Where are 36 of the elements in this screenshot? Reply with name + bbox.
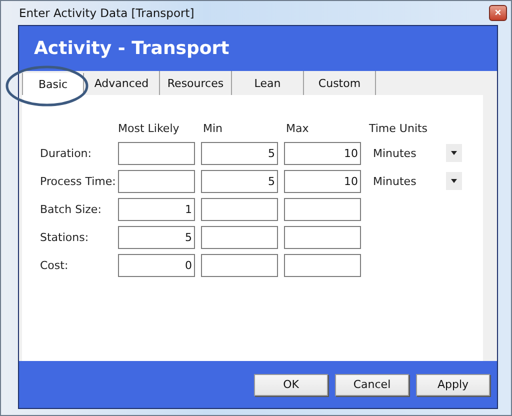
input-field[interactable]: 5 [118,226,195,248]
input-field[interactable]: 5 [201,170,278,192]
input-field[interactable] [284,198,361,220]
input-field[interactable] [118,170,195,192]
input-field[interactable] [284,226,361,248]
tab[interactable]: Basic [22,73,84,95]
dropdown-button[interactable] [446,172,462,190]
field-label: Process Time: [40,174,117,188]
column-header: Min [202,122,224,137]
input-field[interactable]: 5 [201,142,278,164]
window-title: Enter Activity Data [Transport] [19,6,194,20]
dialog-button[interactable]: Apply [416,374,490,396]
field-label: Batch Size: [40,202,102,216]
field-label: Cost: [40,258,70,272]
dialog-button[interactable]: Cancel [335,374,409,396]
column-header: Max [285,122,310,137]
caret-icon [451,151,457,155]
input-field[interactable] [201,254,278,276]
input-field[interactable]: 0 [118,254,195,276]
time-unit-value: Minutes [373,146,416,160]
input-field[interactable]: 10 [284,142,361,164]
activity-title: Activity - Transport [34,38,230,59]
input-field[interactable]: 1 [118,198,195,220]
input-field[interactable] [201,226,278,248]
input-field[interactable] [201,198,278,220]
dialog-button[interactable]: OK [254,374,328,396]
input-field[interactable] [118,142,195,164]
column-header: Time Units [368,122,429,137]
field-label: Duration: [40,146,92,160]
input-field[interactable] [284,254,361,276]
input-field[interactable]: 10 [284,170,361,192]
dropdown-button[interactable] [446,144,462,162]
time-unit-value: Minutes [373,174,416,188]
field-label: Stations: [40,230,90,244]
caret-icon [451,179,457,183]
column-header: Most Likely [118,122,180,137]
